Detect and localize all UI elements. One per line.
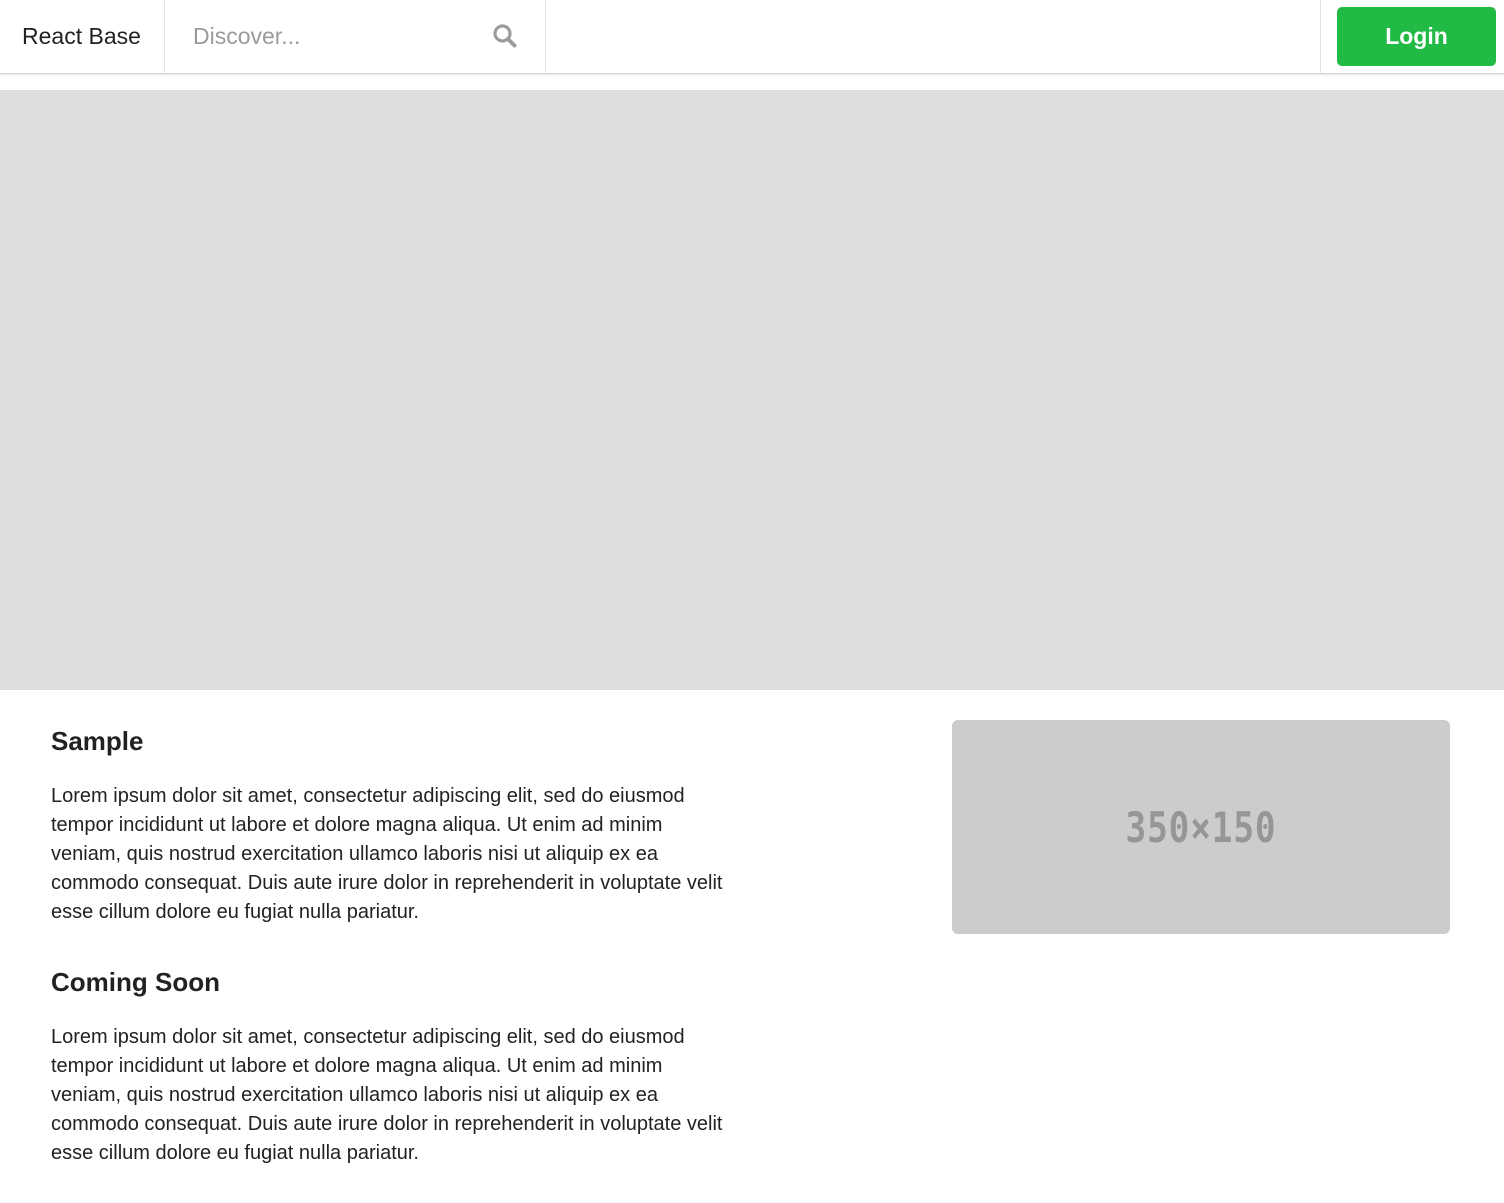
- search-box: [165, 0, 546, 73]
- menu-spacer: [546, 0, 1321, 73]
- section-sample: Sample Lorem ipsum dolor sit amet, conse…: [51, 720, 751, 927]
- login-container: Login: [1321, 0, 1504, 73]
- section-body: Lorem ipsum dolor sit amet, consectetur …: [51, 1026, 723, 1164]
- section-body: Lorem ipsum dolor sit amet, consectetur …: [51, 785, 723, 923]
- hero-banner-placeholder: [0, 90, 1504, 690]
- section-title: Coming Soon: [51, 967, 220, 997]
- main-content: Sample Lorem ipsum dolor sit amet, conse…: [51, 720, 751, 1202]
- section-title: Sample: [51, 726, 144, 756]
- top-menu-bar: React Base Login: [0, 0, 1504, 74]
- placeholder-image: 350×150: [952, 720, 1450, 934]
- placeholder-image-label: 350×150: [1125, 802, 1277, 852]
- brand-logo-text[interactable]: React Base: [0, 0, 165, 73]
- search-input[interactable]: [165, 0, 545, 73]
- section-coming-soon: Coming Soon Lorem ipsum dolor sit amet, …: [51, 961, 751, 1168]
- login-button[interactable]: Login: [1337, 7, 1496, 66]
- search-icon[interactable]: [491, 22, 519, 50]
